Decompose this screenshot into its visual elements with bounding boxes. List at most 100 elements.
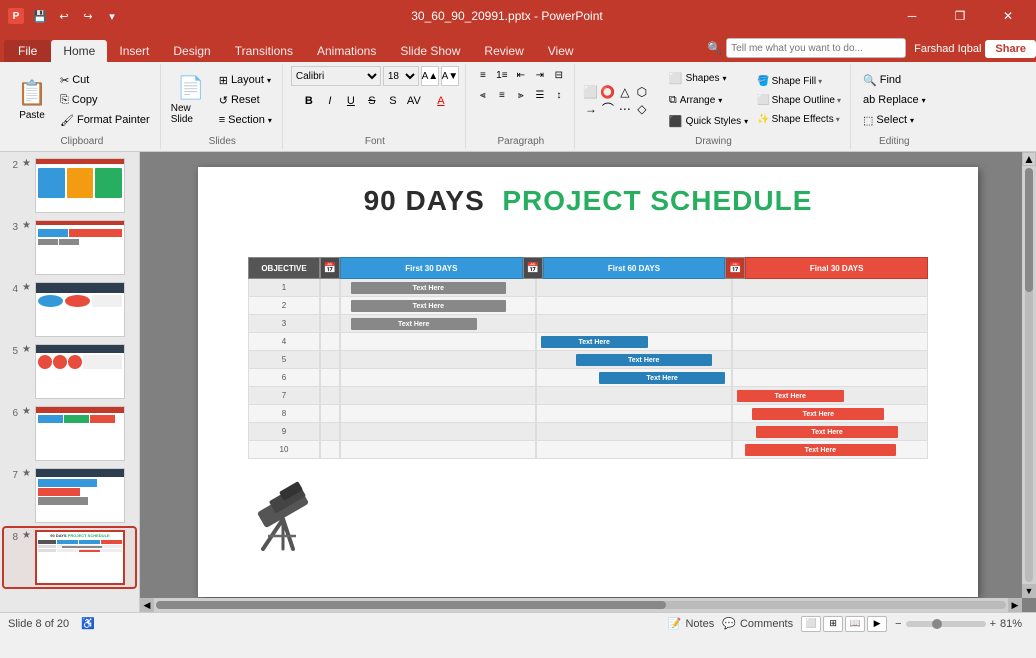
share-button[interactable]: Share (985, 40, 1036, 58)
shape-item-8[interactable]: ◇ (634, 101, 650, 117)
tab-view[interactable]: View (536, 40, 586, 62)
zoom-out-icon[interactable]: − (895, 618, 901, 630)
tab-home[interactable]: Home (51, 40, 107, 62)
scroll-left-button[interactable]: ◀ (140, 598, 154, 612)
slide-thumb-3[interactable]: 3 ★ (4, 218, 135, 277)
cut-button[interactable]: ✂ Cut (56, 71, 154, 90)
scroll-h-thumb[interactable] (156, 601, 666, 609)
find-button[interactable]: 🔍 Find (859, 71, 930, 89)
slide-thumb-6[interactable]: 6 ★ (4, 404, 135, 463)
minimize-button[interactable]: ─ (892, 0, 932, 32)
slide-show-button[interactable]: ▶ (867, 616, 887, 632)
restore-button[interactable]: ❐ (940, 0, 980, 32)
shape-item-4[interactable]: ⬡ (634, 84, 650, 100)
tab-animations[interactable]: Animations (305, 40, 388, 62)
editing-btns: 🔍 Find ab Replace ▾ ⬚ Select ▾ (859, 71, 930, 129)
align-left-button[interactable]: ⫷ (474, 86, 492, 104)
layout-button[interactable]: ⊞ Layout ▾ (215, 71, 276, 90)
status-right: 📝 Notes 💬 Comments ⬜ ⊞ 📖 ▶ − + 81% (668, 616, 1028, 632)
reset-button[interactable]: ↺ Reset (215, 91, 276, 110)
scroll-h[interactable]: ◀ ▶ (140, 598, 1022, 612)
font-format-row: B I U S S AV A (299, 91, 451, 111)
select-button[interactable]: ⬚ Select ▾ (859, 111, 930, 129)
slide-sorter-button[interactable]: ⊞ (823, 616, 843, 632)
italic-button[interactable]: I (320, 91, 340, 111)
shape-item-2[interactable]: ⭕ (600, 84, 616, 100)
increase-indent-button[interactable]: ⇥ (531, 66, 549, 84)
bullets-button[interactable]: ≡ (474, 66, 492, 84)
row-icon-1 (320, 279, 340, 297)
section-button[interactable]: ≡ Section ▾ (215, 111, 276, 130)
scroll-v-thumb[interactable] (1025, 168, 1033, 292)
strikethrough-button[interactable]: S (362, 91, 382, 111)
tab-design[interactable]: Design (161, 40, 222, 62)
new-slide-button[interactable]: 📄 New Slide (169, 69, 213, 131)
table-row: 10 Text Here (248, 441, 928, 459)
reading-view-button[interactable]: 📖 (845, 616, 865, 632)
shadow-button[interactable]: S (383, 91, 403, 111)
align-right-button[interactable]: ⫸ (512, 86, 530, 104)
bold-button[interactable]: B (299, 91, 319, 111)
tab-insert[interactable]: Insert (107, 40, 161, 62)
columns-button[interactable]: ⊟ (550, 66, 568, 84)
shape-item-5[interactable]: → (583, 101, 599, 117)
zoom-in-icon[interactable]: + (990, 618, 996, 630)
underline-button[interactable]: U (341, 91, 361, 111)
tab-transitions[interactable]: Transitions (223, 40, 305, 62)
shapes-button[interactable]: ⬜ Shapes ▾ (665, 69, 752, 88)
comments-label[interactable]: Comments (740, 618, 793, 630)
font-color-button[interactable]: A (431, 91, 451, 111)
decrease-font-button[interactable]: A▼ (441, 66, 459, 86)
font-size-select[interactable]: 18 (383, 66, 419, 86)
save-button[interactable]: 💾 (30, 6, 50, 26)
scroll-v[interactable]: ▲ ▼ (1022, 152, 1036, 598)
table-row: 2 Text Here (248, 297, 928, 315)
shape-item-3[interactable]: △ (617, 84, 633, 100)
scroll-right-button[interactable]: ▶ (1008, 598, 1022, 612)
shape-outline-button[interactable]: ⬜ Shape Outline ▾ (754, 91, 844, 109)
slide-thumb-4[interactable]: 4 ★ (4, 280, 135, 339)
redo-button[interactable]: ↪ (78, 6, 98, 26)
shape-fill-chevron: ▾ (818, 77, 822, 86)
shape-item-7[interactable]: ⋯ (617, 101, 633, 117)
tab-review[interactable]: Review (472, 40, 535, 62)
scroll-up-button[interactable]: ▲ (1022, 152, 1036, 166)
line-spacing-button[interactable]: ↕ (550, 86, 568, 104)
replace-button[interactable]: ab Replace ▾ (859, 91, 930, 109)
slide-thumb-7[interactable]: 7 ★ (4, 466, 135, 525)
shape-fill-button[interactable]: 🪣 Shape Fill ▾ (754, 72, 844, 90)
numbering-button[interactable]: 1≡ (493, 66, 511, 84)
slide-thumb-5[interactable]: 5 ★ (4, 342, 135, 401)
close-button[interactable]: ✕ (988, 0, 1028, 32)
scroll-down-btn[interactable]: ▼ (1022, 584, 1036, 598)
decrease-indent-button[interactable]: ⇤ (512, 66, 530, 84)
shape-item-6[interactable]: ⌒ (600, 101, 616, 117)
align-center-button[interactable]: ≡ (493, 86, 511, 104)
tab-file[interactable]: File (4, 40, 51, 62)
zoom-slider[interactable] (906, 621, 986, 627)
format-painter-button[interactable]: 🖌 Format Painter (56, 111, 154, 130)
copy-button[interactable]: ⎘ Copy (56, 91, 154, 110)
thumb-img-4 (35, 282, 125, 337)
shape-item-1[interactable]: ⬜ (583, 84, 599, 100)
arrange-button[interactable]: ⧉ Arrange ▾ (665, 91, 752, 110)
shape-effects-button[interactable]: ✨ Shape Effects ▾ (754, 110, 844, 128)
slide-thumb-8[interactable]: 8 ★ 90 DAYS PROJECT SCHEDULE (4, 528, 135, 587)
table-row: 4 Text Here (248, 333, 928, 351)
slide-thumb-2[interactable]: 2 ★ (4, 156, 135, 215)
customize-qat-button[interactable]: ▾ (102, 6, 122, 26)
justify-button[interactable]: ☰ (531, 86, 549, 104)
normal-view-button[interactable]: ⬜ (801, 616, 821, 632)
paste-button[interactable]: 📋 Paste (10, 69, 54, 131)
thumb-img-5 (35, 344, 125, 399)
shapes-label: Shapes (686, 73, 720, 84)
undo-button[interactable]: ↩ (54, 6, 74, 26)
notes-label[interactable]: Notes (685, 618, 714, 630)
char-spacing-button[interactable]: AV (404, 91, 424, 111)
font-family-select[interactable]: Calibri (291, 66, 381, 86)
search-input[interactable] (726, 38, 906, 58)
increase-font-button[interactable]: A▲ (421, 66, 439, 86)
tab-slideshow[interactable]: Slide Show (388, 40, 472, 62)
find-label: Find (880, 74, 901, 86)
quick-styles-button[interactable]: ⬛ Quick Styles ▾ (665, 112, 752, 131)
